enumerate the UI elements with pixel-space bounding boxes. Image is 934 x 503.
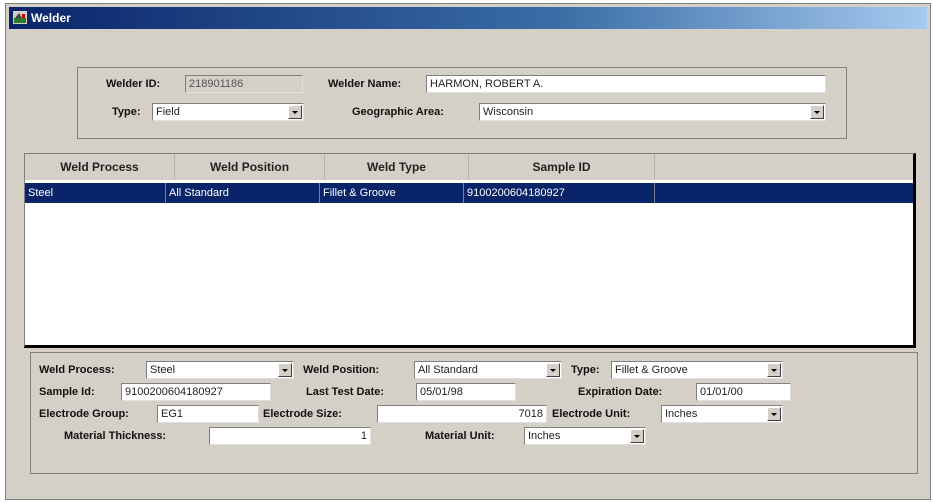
weld-qualifications-grid[interactable]: Weld Process Weld Position Weld Type Sam… <box>24 153 916 348</box>
welder-id-field: 218901186 <box>185 75 303 93</box>
chevron-down-icon[interactable] <box>630 429 644 443</box>
table-row[interactable]: Steel All Standard Fillet & Groove 91002… <box>25 183 913 203</box>
column-header-weld-position[interactable]: Weld Position <box>175 154 325 180</box>
electrode-group-field[interactable]: EG1 <box>157 405 259 423</box>
grid-header: Weld Process Weld Position Weld Type Sam… <box>25 154 913 180</box>
cell-weld-position[interactable]: All Standard <box>166 183 320 203</box>
cell-weld-process[interactable]: Steel <box>25 183 166 203</box>
electrode-unit-label: Electrode Unit: <box>552 408 631 420</box>
chevron-down-icon[interactable] <box>810 105 824 119</box>
weld-position-value: All Standard <box>418 364 478 376</box>
type-select-value: Field <box>156 106 180 118</box>
weld-type-value: Fillet & Groove <box>615 364 688 376</box>
chevron-down-icon[interactable] <box>278 363 292 377</box>
weld-process-value: Steel <box>150 364 176 376</box>
sample-id-field[interactable]: 9100200604180927 <box>121 383 271 401</box>
weld-process-select[interactable]: Steel <box>146 361 294 379</box>
column-header-weld-type[interactable]: Weld Type <box>325 154 469 180</box>
column-header-weld-process[interactable]: Weld Process <box>25 154 175 180</box>
geographic-area-label: Geographic Area: <box>352 106 444 118</box>
electrode-size-field[interactable]: 7018 <box>377 405 547 423</box>
window-title: Welder <box>31 11 71 25</box>
cell-weld-type[interactable]: Fillet & Groove <box>320 183 464 203</box>
title-bar[interactable]: Welder <box>9 7 927 29</box>
electrode-unit-select[interactable]: Inches <box>661 405 783 423</box>
welder-id-label: Welder ID: <box>106 78 161 90</box>
expiration-date-label: Expiration Date: <box>578 386 663 398</box>
chevron-down-icon[interactable] <box>767 363 781 377</box>
material-thickness-field[interactable]: 1 <box>209 427 371 445</box>
cell-sample-id[interactable]: 9100200604180927 <box>464 183 655 203</box>
material-unit-value: Inches <box>528 430 561 442</box>
last-test-date-label: Last Test Date: <box>306 386 385 398</box>
type-select[interactable]: Field <box>152 103 304 121</box>
column-header-sample-id[interactable]: Sample ID <box>469 154 655 180</box>
weld-position-select[interactable]: All Standard <box>414 361 562 379</box>
sample-id-label: Sample Id: <box>39 386 95 398</box>
weld-process-label: Weld Process: <box>39 364 115 376</box>
grid-body: Steel All Standard Fillet & Groove 91002… <box>25 180 913 345</box>
welder-header-panel: Welder ID: 218901186 Welder Name: HARMON… <box>77 67 847 139</box>
type-label: Type: <box>112 106 141 118</box>
chevron-down-icon[interactable] <box>546 363 560 377</box>
geographic-area-select[interactable]: Wisconsin <box>479 103 826 121</box>
electrode-size-label: Electrode Size: <box>263 408 342 420</box>
electrode-group-label: Electrode Group: <box>39 408 129 420</box>
electrode-unit-value: Inches <box>665 408 698 420</box>
app-icon <box>13 11 27 24</box>
weld-type-label: Type: <box>571 364 600 376</box>
chevron-down-icon[interactable] <box>767 407 781 421</box>
material-unit-select[interactable]: Inches <box>524 427 646 445</box>
welder-name-label: Welder Name: <box>328 78 402 90</box>
material-unit-label: Material Unit: <box>425 430 495 442</box>
material-thickness-label: Material Thickness: <box>64 430 167 442</box>
welder-name-field[interactable]: HARMON, ROBERT A. <box>426 75 826 93</box>
expiration-date-field[interactable]: 01/01/00 <box>696 383 791 401</box>
weld-position-label: Weld Position: <box>303 364 380 376</box>
weld-type-select[interactable]: Fillet & Groove <box>611 361 783 379</box>
last-test-date-field[interactable]: 05/01/98 <box>416 383 516 401</box>
detail-panel: Weld Process: Steel Weld Position: All S… <box>30 352 918 474</box>
geographic-area-value: Wisconsin <box>483 106 534 118</box>
chevron-down-icon[interactable] <box>288 105 302 119</box>
